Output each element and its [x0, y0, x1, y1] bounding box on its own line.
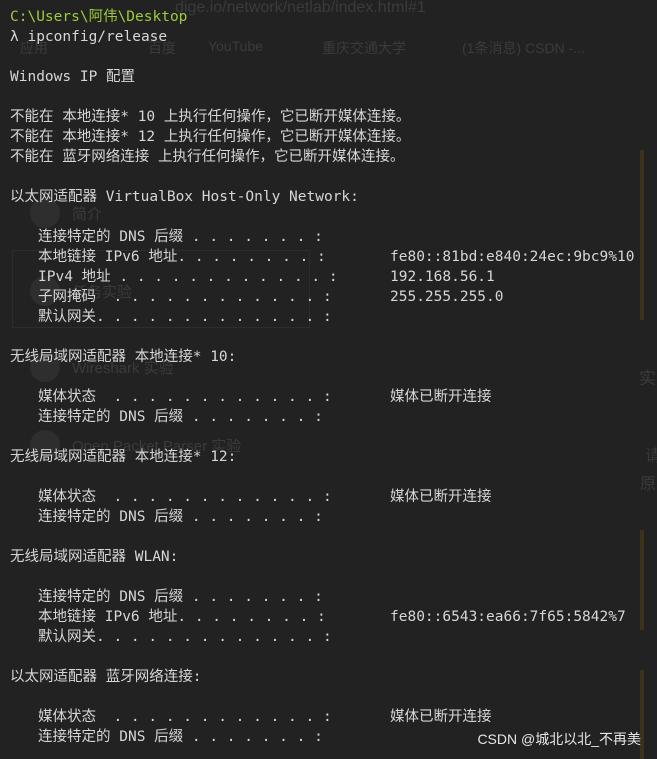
adapter-title: 无线局域网适配器 本地连接* 10: [10, 349, 237, 365]
row-value: 媒体已断开连接 [390, 389, 492, 405]
row-label: 媒体状态 . . . . . . . . . . . . : [38, 489, 332, 505]
row-label: 本地链接 IPv6 地址. . . . . . . . : [38, 609, 326, 625]
adapter-row: 媒体状态 . . . . . . . . . . . . : 媒体已断开连接 [10, 707, 657, 727]
adapter-row: IPv4 地址 . . . . . . . . . . . . : 192.168… [10, 267, 657, 287]
prompt-symbol: λ [10, 29, 19, 45]
csdn-watermark: CSDN @城北以北_不再美 [477, 731, 641, 747]
adapter-row: 子网掩码 . . . . . . . . . . . . : 255.255.25… [10, 287, 657, 307]
row-label: 连接特定的 DNS 后缀 . . . . . . . : [38, 409, 323, 425]
row-value: 192.168.56.1 [390, 269, 495, 285]
terminal-window[interactable]: C:\Users\阿伟\Desktop λ ipconfig/release W… [0, 0, 657, 759]
row-label: 连接特定的 DNS 后缀 . . . . . . . : [38, 509, 323, 525]
notice-line: 不能在 本地连接* 10 上执行任何操作，它已断开媒体连接。 [10, 109, 411, 125]
row-label: IPv4 地址 . . . . . . . . . . . . : [38, 269, 338, 285]
adapter-row: 默认网关. . . . . . . . . . . . . : [10, 627, 657, 647]
prompt-path: C:\Users\阿伟\Desktop [10, 9, 188, 25]
notice-line: 不能在 本地连接* 12 上执行任何操作，它已断开媒体连接。 [10, 129, 411, 145]
adapter-title: 以太网适配器 蓝牙网络连接: [10, 669, 202, 685]
row-label: 默认网关. . . . . . . . . . . . . : [38, 309, 332, 325]
adapter-title: 无线局域网适配器 WLAN: [10, 549, 179, 565]
adapter-row: 本地链接 IPv6 地址. . . . . . . . : fe80::6543:… [10, 607, 657, 627]
row-value: 255.255.255.0 [390, 289, 504, 305]
notice-line: 不能在 蓝牙网络连接 上执行任何操作，它已断开媒体连接。 [10, 149, 405, 165]
row-value: fe80::6543:ea66:7f65:5842%7 [390, 609, 626, 625]
command-line[interactable]: λ ipconfig/release [10, 27, 657, 47]
adapter-title: 以太网适配器 VirtualBox Host-Only Network: [10, 189, 359, 205]
row-label: 子网掩码 . . . . . . . . . . . . : [38, 289, 332, 305]
adapter-row: 连接特定的 DNS 后缀 . . . . . . . : [10, 227, 657, 247]
adapter-row: 默认网关. . . . . . . . . . . . . : [10, 307, 657, 327]
row-value: 媒体已断开连接 [390, 709, 492, 725]
adapter-row: 连接特定的 DNS 后缀 . . . . . . . : [10, 587, 657, 607]
row-value: fe80::81bd:e840:24ec:9bc9%10 [390, 249, 635, 265]
adapter-row: 连接特定的 DNS 后缀 . . . . . . . : [10, 407, 657, 427]
adapter-row: 连接特定的 DNS 后缀 . . . . . . . : [10, 507, 657, 527]
row-value: 媒体已断开连接 [390, 489, 492, 505]
row-label: 默认网关. . . . . . . . . . . . . : [38, 629, 332, 645]
adapter-row: 媒体状态 . . . . . . . . . . . . : 媒体已断开连接 [10, 387, 657, 407]
row-label: 媒体状态 . . . . . . . . . . . . : [38, 709, 332, 725]
adapter-row: 媒体状态 . . . . . . . . . . . . : 媒体已断开连接 [10, 487, 657, 507]
command-text: ipconfig/release [27, 29, 168, 45]
row-label: 本地链接 IPv6 地址. . . . . . . . : [38, 249, 326, 265]
row-label: 连接特定的 DNS 后缀 . . . . . . . : [38, 729, 323, 745]
row-label: 连接特定的 DNS 后缀 . . . . . . . : [38, 229, 323, 245]
output-header: Windows IP 配置 [10, 69, 136, 85]
row-label: 媒体状态 . . . . . . . . . . . . : [38, 389, 332, 405]
adapter-title: 无线局域网适配器 本地连接* 12: [10, 449, 237, 465]
row-label: 连接特定的 DNS 后缀 . . . . . . . : [38, 589, 323, 605]
adapter-row: 本地链接 IPv6 地址. . . . . . . . : fe80::81bd:… [10, 247, 657, 267]
